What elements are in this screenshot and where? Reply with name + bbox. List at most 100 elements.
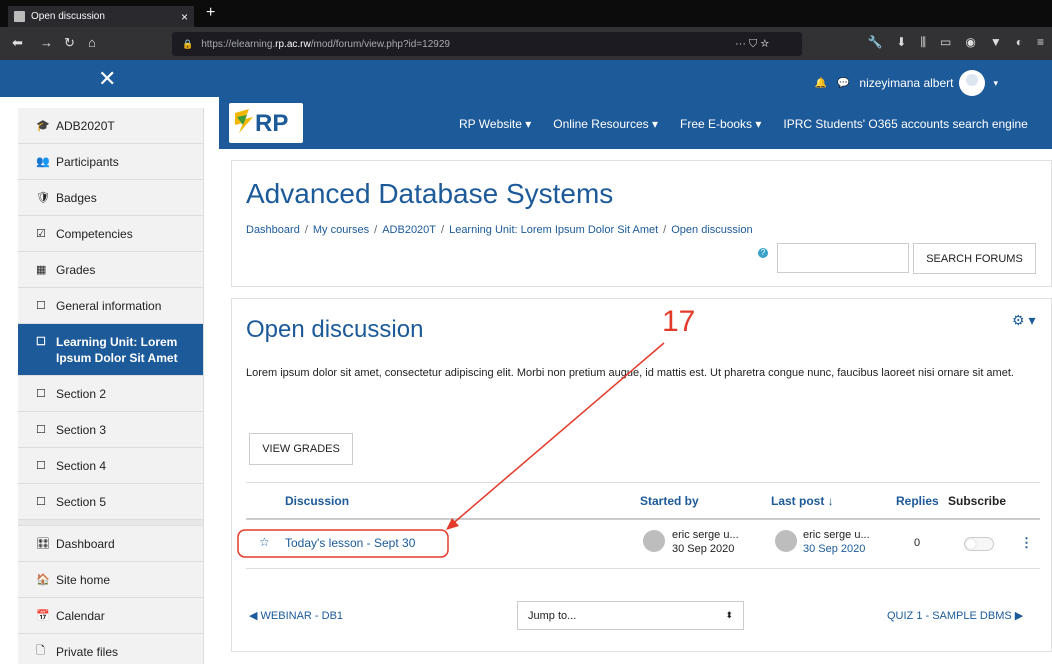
breadcrumb-my-courses[interactable]: My courses — [313, 224, 369, 236]
sidebar-item-label: Competencies — [56, 226, 133, 241]
new-tab-icon[interactable]: + — [206, 4, 215, 22]
next-activity-link[interactable]: QUIZ 1 - SAMPLE DBMS ▶ — [887, 609, 1023, 622]
select-caret-icon: ⬍ — [725, 610, 733, 620]
discussion-link[interactable]: Today's lesson - Sept 30 — [285, 536, 415, 550]
column-discussion[interactable]: Discussion — [285, 494, 349, 508]
sidebar-item-section-3[interactable]: ☐ Section 3 — [18, 412, 203, 448]
page-actions-icon[interactable]: ··· ⛉ ☆ — [735, 38, 769, 51]
jump-to-select[interactable]: Jump to... ⬍ — [517, 601, 744, 630]
sidebar-item-label: Private files — [56, 644, 119, 659]
gear-icon[interactable]: ⚙ ▾ — [1012, 312, 1035, 329]
close-drawer-icon[interactable]: ✕ — [98, 66, 116, 92]
sidebar-item-dashboard[interactable]: 🎛 Dashboard — [18, 526, 203, 562]
breadcrumb-separator: / — [441, 224, 445, 236]
rp-logo[interactable]: RP — [229, 103, 303, 143]
column-last-post[interactable]: Last post ↓ — [771, 494, 834, 508]
moodle-favicon-icon — [14, 11, 25, 22]
calendar-icon: 📅 — [36, 610, 50, 622]
sidebar-item-label: Grades — [56, 262, 96, 277]
folder-icon: ☐ — [36, 300, 46, 312]
sidebar-item-general-information[interactable]: ☐ General information — [18, 288, 203, 324]
sidebar-item-private-files[interactable]: 🗋 Private files — [18, 634, 203, 664]
dashboard-icon: 🎛 — [36, 538, 50, 550]
svg-text:RP: RP — [255, 110, 288, 137]
table-row-divider — [246, 568, 1040, 569]
breadcrumb-learning-unit[interactable]: Learning Unit: Lorem Ipsum Dolor Sit Ame… — [449, 224, 658, 236]
menu-online-resources[interactable]: Online Resources ▾ — [553, 117, 658, 131]
vpn-icon[interactable]: ▼ — [990, 35, 1002, 50]
search-forums-button[interactable]: SEARCH FORUMS — [913, 243, 1036, 274]
addon-icon[interactable]: ◐ — [1016, 35, 1023, 50]
browser-tab[interactable]: Open discussion × — [8, 6, 194, 27]
username: nizeyimana albert — [859, 76, 954, 90]
sidebar-item-grades[interactable]: ▦ Grades — [18, 252, 203, 288]
table-icon: ▦ — [36, 264, 47, 276]
download-icon[interactable]: ⬇ — [896, 35, 906, 50]
user-menu[interactable]: nizeyimana albert ▾ — [859, 70, 998, 96]
sidebar-item-site-home[interactable]: 🏠 Site home — [18, 562, 203, 598]
graduation-cap-icon: 🎓 — [36, 120, 50, 132]
breadcrumb-dashboard[interactable]: Dashboard — [246, 224, 300, 236]
tab-title: Open discussion — [31, 11, 105, 22]
sidebar-item-label: Badges — [56, 190, 97, 205]
sidebar-item-learning-unit[interactable]: ☐ Learning Unit: Lorem Ipsum Dolor Sit Am… — [18, 324, 203, 376]
last-post-date[interactable]: 30 Sep 2020 — [803, 542, 870, 556]
prev-activity-link[interactable]: ◀ WEBINAR - DB1 — [249, 609, 343, 622]
help-icon[interactable]: ? — [758, 248, 768, 258]
folder-icon: ☐ — [36, 336, 46, 348]
home-icon[interactable]: ⌂ — [88, 35, 96, 50]
sidebar-item-label: Site home — [56, 572, 111, 587]
last-post-cell: eric serge u... 30 Sep 2020 — [803, 528, 870, 556]
messages-icon[interactable]: 💬 — [837, 78, 849, 89]
notifications-bell-icon[interactable]: 🔔 — [815, 78, 827, 89]
sidebar-item-section-5[interactable]: ☐ Section 5 — [18, 484, 203, 520]
extension-icon[interactable]: ◉ — [965, 35, 975, 50]
sidebar-item-section-2[interactable]: ☐ Section 2 — [18, 376, 203, 412]
rp-logo-icon: RP — [235, 109, 288, 137]
site-menu: RP Website ▾ Online Resources ▾ Free E-b… — [459, 117, 1028, 131]
sidebar-item-section-4[interactable]: ☐ Section 4 — [18, 448, 203, 484]
sidebar-item-calendar[interactable]: 📅 Calendar — [18, 598, 203, 634]
forward-icon[interactable]: → — [40, 35, 53, 50]
library-icon[interactable]: ⫼ — [920, 35, 926, 50]
more-actions-icon[interactable]: ⋮ — [1020, 535, 1033, 551]
moodle-navbar: ✕ 🔔 💬 nizeyimana albert ▾ — [0, 60, 1052, 97]
user-nav: 🔔 💬 nizeyimana albert ▾ — [815, 70, 998, 96]
sidebar-item-label: ADB2020T — [56, 118, 115, 133]
menu-free-ebooks[interactable]: Free E-books ▾ — [680, 117, 761, 131]
menu-rp-website[interactable]: RP Website ▾ — [459, 117, 531, 131]
tools-icon[interactable]: 🔧 — [867, 35, 882, 50]
view-grades-button[interactable]: VIEW GRADES — [249, 433, 353, 465]
sidebar-item-participants[interactable]: 👥 Participants — [18, 144, 203, 180]
browser-tab-bar: Open discussion × + — [0, 0, 1052, 27]
course-title: Advanced Database Systems — [246, 178, 614, 209]
browser-extensions: 🔧 ⬇ ⫼ ▭ ◉ ▼ ◐ ≡ — [867, 35, 1044, 50]
sidebar-item-competencies[interactable]: ☑ Competencies — [18, 216, 203, 252]
column-replies[interactable]: Replies — [896, 494, 939, 508]
star-icon[interactable]: ☆ — [259, 535, 270, 549]
back-icon[interactable]: ⬅ — [12, 35, 23, 51]
breadcrumb-course[interactable]: ADB2020T — [382, 224, 436, 236]
sidebar-item-label: Section 4 — [56, 458, 107, 473]
subscribe-toggle[interactable] — [964, 537, 994, 551]
column-subscribe: Subscribe — [948, 494, 1007, 508]
breadcrumb-open-discussion[interactable]: Open discussion — [671, 224, 752, 236]
tab-close-icon[interactable]: × — [181, 10, 188, 24]
started-by-name[interactable]: eric serge u... — [672, 528, 739, 542]
shield-icon: 🛡 — [36, 192, 50, 204]
started-by-date: 30 Sep 2020 — [672, 543, 735, 555]
forum-card — [231, 298, 1052, 652]
reload-icon[interactable]: ↻ — [64, 35, 75, 51]
column-started-by[interactable]: Started by — [640, 494, 699, 508]
avatar — [959, 70, 986, 96]
sidebar-toggle-icon[interactable]: ▭ — [940, 35, 951, 50]
sidebar-item-badges[interactable]: 🛡 Badges — [18, 180, 203, 216]
home-icon: 🏠 — [36, 574, 50, 586]
folder-icon: ☐ — [36, 388, 46, 400]
sidebar-item-course[interactable]: 🎓 ADB2020T — [18, 108, 203, 144]
last-post-name[interactable]: eric serge u... — [803, 528, 870, 542]
menu-icon[interactable]: ≡ — [1037, 35, 1044, 50]
search-forums-input[interactable] — [777, 243, 909, 273]
url-bar[interactable]: 🔒 https://elearning. rp.ac.rw/mod/forum/v… — [172, 32, 802, 56]
menu-o365-search[interactable]: IPRC Students' O365 accounts search engi… — [783, 117, 1027, 131]
